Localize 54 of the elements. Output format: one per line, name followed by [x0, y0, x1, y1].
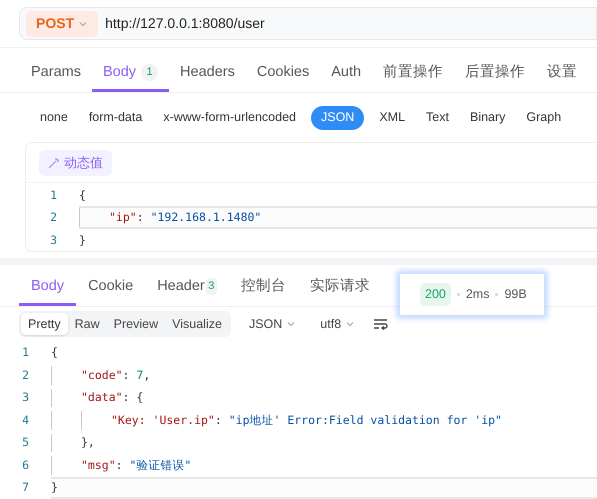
response-tab[interactable]: 实际请求 — [298, 270, 382, 306]
request-tab[interactable]: Auth — [320, 56, 372, 92]
word-wrap-icon[interactable] — [373, 318, 390, 330]
view-mode-option[interactable]: Preview — [106, 313, 166, 336]
code-line: "data": { — [51, 386, 597, 409]
response-time: 2ms — [466, 286, 490, 304]
request-tab[interactable]: Headers — [169, 56, 246, 92]
code-line: "Key: 'User.ip": "ip地址' Error:Field validation for 'ip" — [51, 409, 597, 432]
body-type-option[interactable]: form-data — [78, 106, 152, 130]
request-tab[interactable]: 前置操作 — [372, 56, 454, 92]
response-tab[interactable]: Header 3 — [145, 270, 229, 306]
body-type-option[interactable]: x-www-form-urlencoded — [153, 106, 306, 130]
line-number: 6 — [21, 456, 30, 474]
request-tab[interactable]: 后置操作 — [454, 56, 536, 92]
response-size: 99B — [504, 286, 527, 304]
request-tab[interactable]: 设置 — [536, 56, 588, 92]
request-tab[interactable]: Params — [20, 56, 92, 92]
body-type-option[interactable]: Text — [416, 106, 459, 130]
body-type-option[interactable]: Binary — [460, 106, 516, 130]
count-badge: 1 — [141, 64, 158, 81]
status-code: 200 — [420, 283, 451, 306]
body-type-option[interactable]: none — [30, 106, 78, 130]
format-select[interactable]: JSON — [242, 314, 302, 334]
response-tab[interactable]: Body — [19, 270, 76, 306]
line-number: 3 — [21, 389, 30, 406]
code-line: { — [51, 344, 59, 362]
view-mode-option[interactable]: Visualize — [165, 313, 229, 336]
code-line: "msg": "验证错误" — [51, 454, 597, 476]
line-number: 4 — [21, 412, 30, 429]
response-tab[interactable]: 控制台 — [228, 270, 298, 306]
dynamic-value-button[interactable]: 动态值 — [39, 150, 112, 176]
code-line: "code": 7, — [51, 364, 597, 386]
request-tab[interactable]: Cookies — [246, 56, 320, 92]
view-mode-option[interactable]: Raw — [68, 313, 107, 336]
encoding-select[interactable]: utf8 — [314, 314, 362, 334]
line-number: 2 — [49, 209, 58, 226]
count-badge: 3 — [206, 278, 217, 296]
code-line: { — [79, 186, 87, 204]
response-tab[interactable]: Cookie — [76, 270, 146, 306]
line-number: 1 — [49, 186, 58, 204]
line-number: 1 — [21, 344, 30, 362]
url-text: http://127.0.0.1:8080/user — [105, 14, 265, 33]
code-line: } — [79, 232, 87, 249]
url-bar[interactable]: POST http://127.0.0.1:8080/user — [19, 7, 597, 40]
line-number: 3 — [49, 232, 58, 249]
magic-wand-icon — [48, 156, 60, 169]
line-number: 7 — [21, 479, 30, 496]
view-mode-option[interactable]: Pretty — [21, 313, 68, 336]
code-line: }, — [51, 432, 597, 454]
body-type-option[interactable]: Graph — [516, 106, 572, 130]
body-type-option[interactable]: XML — [369, 106, 416, 130]
request-tab[interactable]: Body 1 — [92, 56, 170, 92]
line-number: 5 — [21, 434, 30, 452]
line-number: 2 — [21, 366, 30, 384]
